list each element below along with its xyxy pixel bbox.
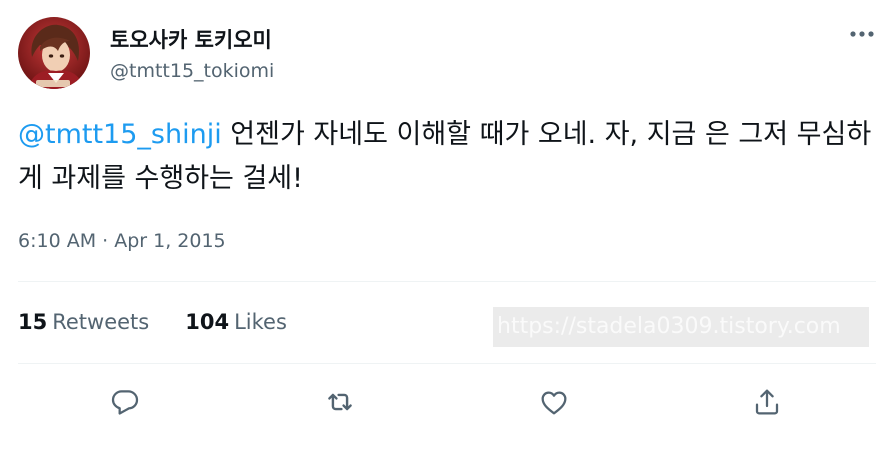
tweet-timestamp[interactable]: 6:10 AM · Apr 1, 2015: [18, 230, 226, 252]
share-icon: [755, 389, 779, 415]
reply-button[interactable]: [103, 380, 147, 424]
author-display-name[interactable]: 토오사카 토키오미: [110, 24, 272, 54]
avatar[interactable]: [18, 17, 90, 89]
heart-icon: [541, 391, 567, 415]
divider: [18, 281, 876, 282]
retweet-button[interactable]: [318, 380, 362, 424]
like-button[interactable]: [532, 380, 576, 424]
likes-label: Likes: [234, 310, 287, 334]
retweets-label: Retweets: [52, 310, 150, 334]
likes-count: 104: [185, 310, 230, 334]
divider: [18, 363, 876, 364]
more-options-button[interactable]: [842, 20, 882, 48]
tweet-card: 토오사카 토키오미 @tmtt15_tokiomi @tmtt15_shinji…: [0, 0, 894, 454]
engagement-stats: 15 Retweets 104 Likes: [18, 310, 287, 334]
likes-stat[interactable]: 104 Likes: [185, 310, 287, 334]
author-handle[interactable]: @tmtt15_tokiomi: [110, 60, 274, 82]
share-button[interactable]: [745, 380, 789, 424]
avatar-image: [18, 17, 90, 89]
more-dots-icon: [850, 31, 874, 37]
mention-link[interactable]: @tmtt15_shinji: [18, 119, 222, 150]
retweets-count: 15: [18, 310, 48, 334]
tweet-text: @tmtt15_shinji 언젠가 자네도 이해할 때가 오네. 자, 지금 …: [18, 113, 878, 201]
retweets-stat[interactable]: 15 Retweets: [18, 310, 149, 334]
action-bar: [0, 380, 894, 424]
watermark: https://stadela0309.tistory.com: [493, 307, 869, 347]
retweet-icon: [328, 393, 352, 411]
reply-icon: [111, 390, 139, 415]
